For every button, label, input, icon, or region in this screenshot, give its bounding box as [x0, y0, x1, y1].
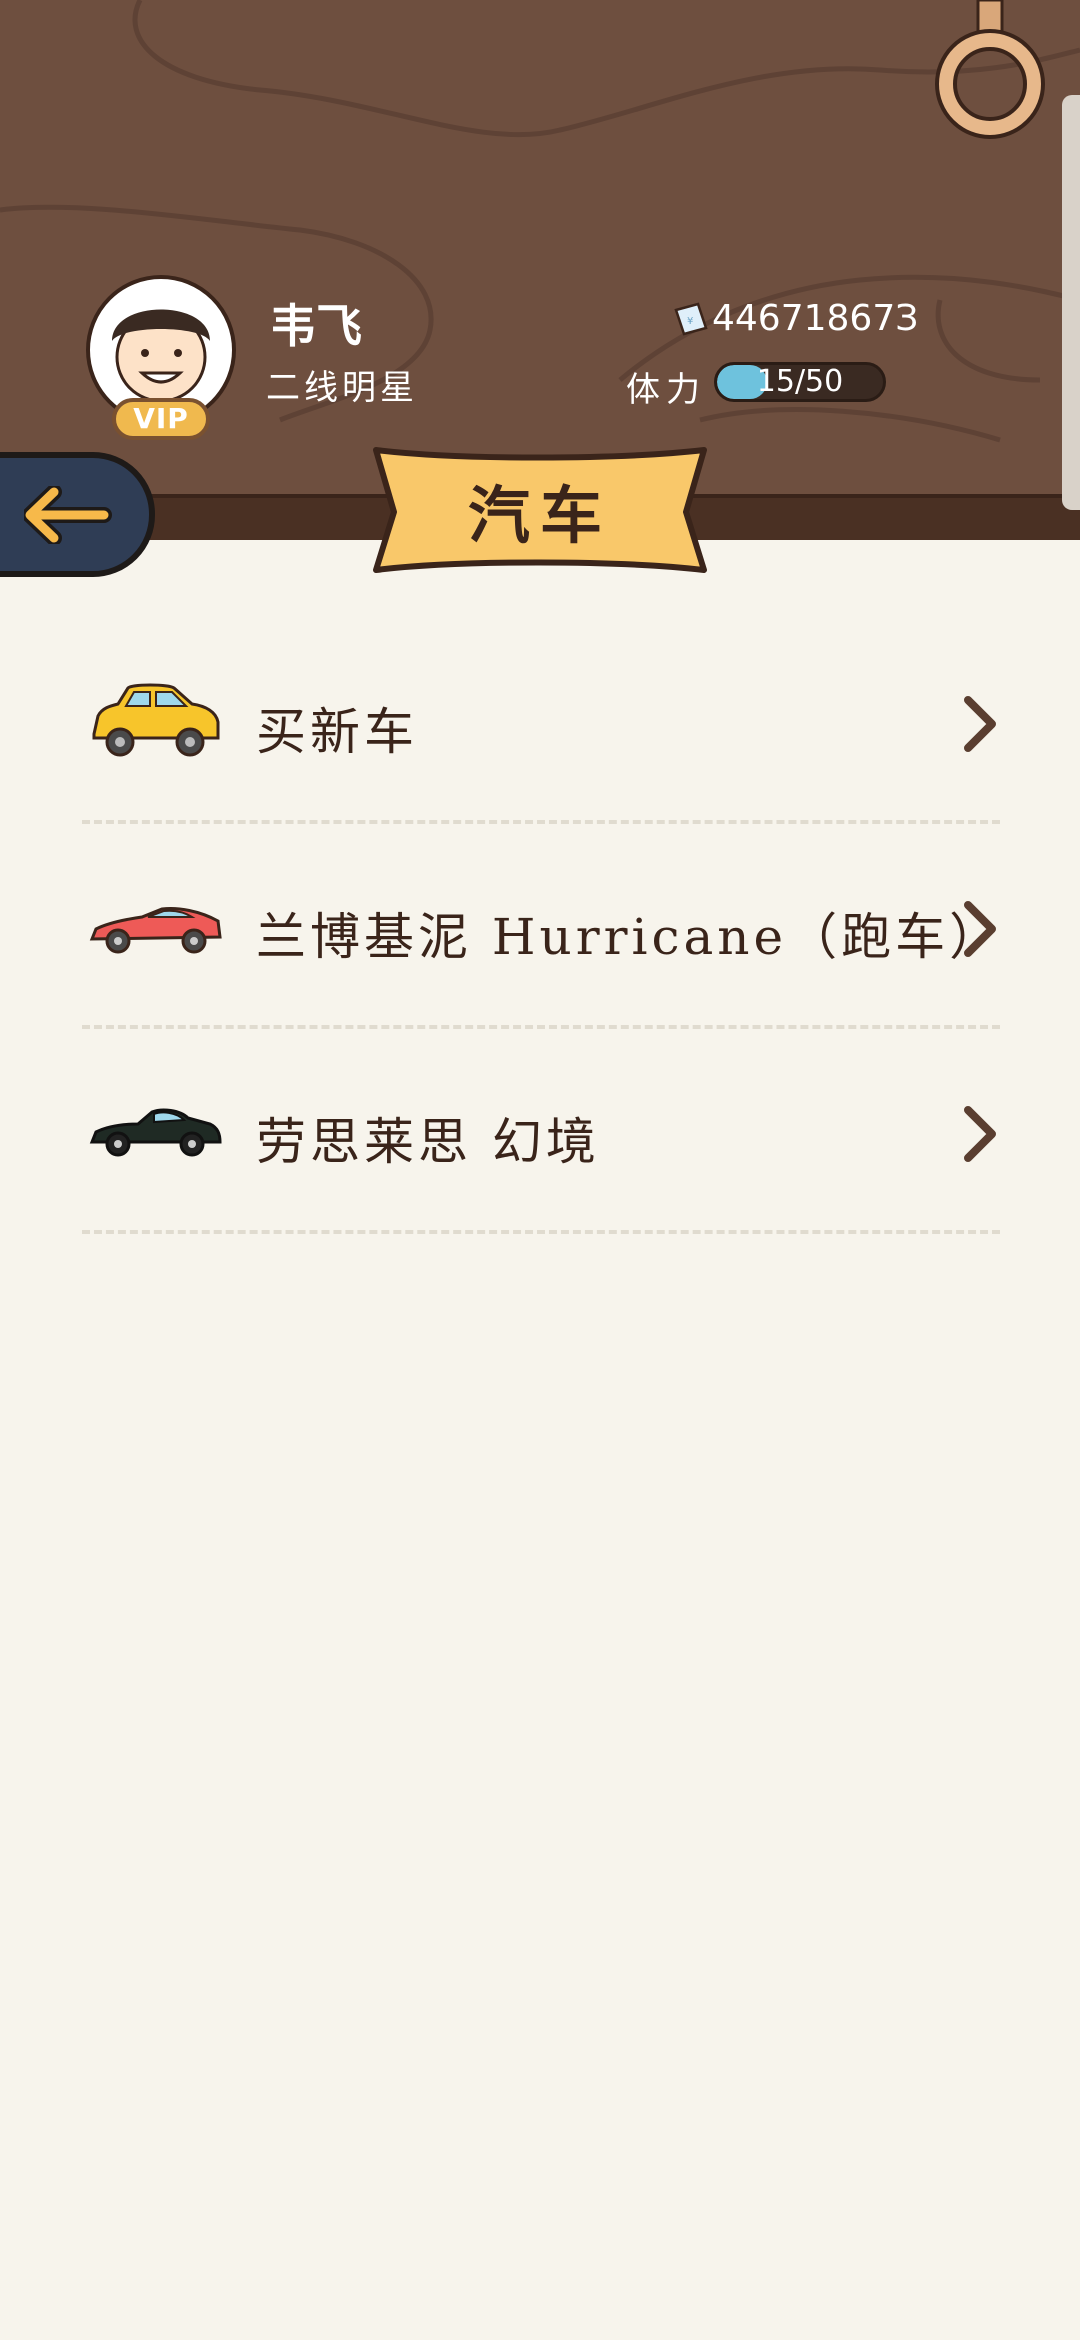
list-item-label: 买新车 [256, 703, 418, 761]
list-item-label: 兰博基泥 Hurricane（跑车） [256, 908, 1004, 966]
svg-text:¥: ¥ [687, 316, 693, 327]
player-name: 韦飞 [270, 299, 362, 353]
stamina-label: 体力 [626, 370, 706, 410]
back-arrow-icon [24, 486, 112, 544]
page-title: 汽车 [467, 479, 612, 552]
chevron-right-icon [964, 901, 996, 957]
list-item-buy-new-car[interactable]: 买新车 [80, 652, 1000, 792]
scroll-indicator[interactable] [1062, 95, 1080, 510]
black-car-icon [89, 1108, 222, 1157]
divider [82, 1230, 1000, 1234]
yellow-car-icon [92, 683, 220, 757]
stamina-value: 15/50 [756, 364, 844, 399]
chevron-right-icon [964, 1106, 996, 1162]
back-button[interactable] [0, 452, 155, 577]
money-value: 44671867З [712, 298, 919, 339]
list-item-rolls-royce[interactable]: 劳思莱思 幻境 [80, 1062, 1000, 1202]
hanging-ring-icon [935, 0, 1045, 139]
list-item-label: 劳思莱思 幻境 [256, 1113, 600, 1171]
list-item-lamborghini[interactable]: 兰博基泥 Hurricane（跑车） [80, 857, 1000, 997]
stamina-bar: 15/50 [714, 362, 886, 402]
player-title: 二线明星 [266, 368, 418, 408]
chevron-right-icon [964, 696, 996, 752]
divider [82, 1025, 1000, 1029]
divider [82, 820, 1000, 824]
banknote-icon: ¥ [674, 302, 708, 336]
vip-badge: VIP [112, 398, 210, 440]
red-sportscar-icon [89, 907, 222, 954]
